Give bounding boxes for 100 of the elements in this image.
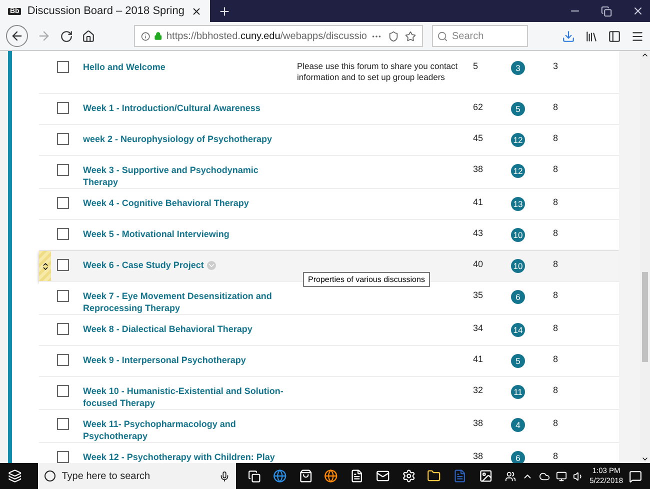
back-button[interactable] bbox=[6, 25, 28, 47]
forum-description: Please use this forum to share you contact information and to set up group leaders bbox=[297, 61, 459, 83]
row-checkbox[interactable] bbox=[57, 228, 69, 240]
post-count: 43 bbox=[473, 228, 484, 238]
folder-icon[interactable] bbox=[427, 469, 442, 483]
participant-count: 8 bbox=[553, 197, 560, 207]
row-checkbox[interactable] bbox=[57, 385, 69, 397]
browser-icon[interactable] bbox=[272, 469, 287, 483]
row-checkbox[interactable] bbox=[57, 418, 69, 430]
notification-icon[interactable] bbox=[629, 470, 642, 482]
post-count: 45 bbox=[473, 133, 484, 143]
row-checkbox[interactable] bbox=[57, 61, 69, 73]
forum-link[interactable]: Week 8 - Dialectical Behavioral Therapy bbox=[83, 323, 291, 335]
network-icon[interactable] bbox=[556, 470, 567, 482]
tooltip: Properties of various discussions bbox=[303, 272, 430, 287]
address-bar[interactable]: https://bbhosted.cuny.edu/webapps/discussio bbox=[134, 25, 423, 47]
row-checkbox[interactable] bbox=[57, 102, 69, 114]
menu-icon[interactable] bbox=[631, 30, 644, 42]
options-icon bbox=[206, 260, 216, 270]
scroll-down-icon[interactable] bbox=[641, 455, 649, 463]
forum-link[interactable]: Hello and Welcome bbox=[83, 61, 291, 73]
post-count: 32 bbox=[473, 385, 484, 395]
post-count: 5 bbox=[473, 61, 480, 71]
shield-icon[interactable] bbox=[388, 30, 399, 42]
forum-link[interactable]: Week 12 - Psychotherapy with Children: Play bbox=[83, 451, 291, 463]
post-count: 38 bbox=[473, 418, 484, 428]
row-checkbox[interactable] bbox=[57, 290, 69, 302]
participant-count: 8 bbox=[553, 323, 560, 333]
info-icon[interactable] bbox=[141, 30, 150, 42]
row-checkbox[interactable] bbox=[57, 259, 69, 271]
cloud-icon[interactable] bbox=[538, 470, 550, 482]
unread-count[interactable]: 11 bbox=[511, 385, 525, 399]
task-view-icon[interactable] bbox=[248, 470, 261, 482]
forum-link[interactable]: Week 11- Psychopharmacology and Psychotherapy bbox=[83, 418, 291, 442]
reload-icon[interactable] bbox=[60, 30, 73, 42]
scroll-up-icon[interactable] bbox=[641, 51, 649, 59]
cortana-circle-icon bbox=[44, 470, 56, 482]
row-checkbox[interactable] bbox=[57, 323, 69, 335]
volume-icon[interactable] bbox=[572, 470, 584, 482]
unread-count[interactable]: 6 bbox=[511, 451, 525, 463]
people-icon[interactable] bbox=[504, 470, 516, 482]
unread-count[interactable]: 6 bbox=[511, 290, 525, 304]
participant-count: 8 bbox=[553, 354, 560, 364]
settings-icon[interactable] bbox=[402, 469, 416, 483]
post-count: 35 bbox=[473, 290, 484, 300]
tab-title: Discussion Board – 2018 Spring bbox=[27, 5, 184, 17]
participant-count: 8 bbox=[553, 102, 560, 112]
photos-icon[interactable] bbox=[478, 469, 493, 483]
unread-count[interactable]: 13 bbox=[511, 197, 525, 211]
participant-count: 8 bbox=[553, 164, 560, 174]
forum-link[interactable]: Week 6 - Case Study Project bbox=[83, 259, 291, 271]
document-icon[interactable] bbox=[350, 469, 364, 483]
unread-count[interactable]: 14 bbox=[511, 323, 525, 337]
participant-count: 8 bbox=[553, 290, 560, 300]
microphone-icon[interactable] bbox=[219, 470, 230, 482]
unread-count[interactable]: 5 bbox=[511, 354, 525, 368]
star-icon[interactable] bbox=[405, 30, 416, 42]
forum-link[interactable]: Week 7 - Eye Movement Desensitization and Reprocessing Therapy bbox=[83, 290, 291, 314]
participant-count: 8 bbox=[553, 133, 560, 143]
row-checkbox[interactable] bbox=[57, 164, 69, 176]
row-checkbox[interactable] bbox=[57, 451, 69, 463]
forum-link[interactable]: Week 9 - Interpersonal Psychotherapy bbox=[83, 354, 291, 366]
forum-link[interactable]: Week 4 - Cognitive Behavioral Therapy bbox=[83, 197, 291, 209]
participant-count: 8 bbox=[553, 385, 560, 395]
unread-count[interactable]: 4 bbox=[511, 418, 525, 432]
participant-count: 8 bbox=[553, 418, 560, 428]
search-field[interactable]: Search bbox=[432, 25, 528, 47]
row-checkbox[interactable] bbox=[57, 133, 69, 145]
close-icon[interactable] bbox=[190, 6, 202, 16]
close-icon[interactable] bbox=[632, 5, 644, 17]
drag-handle[interactable] bbox=[39, 251, 51, 281]
new-tab-icon[interactable] bbox=[218, 4, 230, 18]
lock-icon bbox=[154, 31, 162, 41]
scrollbar[interactable] bbox=[640, 51, 650, 463]
forum-link[interactable]: Week 1 - Introduction/Cultural Awareness bbox=[83, 102, 291, 114]
post-count: 34 bbox=[473, 323, 484, 333]
forum-link[interactable]: Week 10 - Humanistic-Existential and Solution-focused Therapy bbox=[83, 385, 291, 409]
restore-icon[interactable] bbox=[601, 6, 612, 16]
row-checkbox[interactable] bbox=[57, 354, 69, 366]
unread-count[interactable]: 10 bbox=[511, 259, 525, 273]
unread-count[interactable]: 5 bbox=[511, 102, 525, 116]
post-count: 38 bbox=[473, 164, 484, 174]
store-icon[interactable] bbox=[298, 469, 312, 483]
unread-count[interactable]: 12 bbox=[511, 133, 525, 147]
participant-count: 8 bbox=[553, 451, 560, 461]
participant-count: 3 bbox=[553, 61, 560, 71]
forum-link[interactable]: Week 5 - Motivational Interviewing bbox=[83, 228, 291, 240]
mail-icon[interactable] bbox=[376, 469, 390, 483]
download-icon[interactable] bbox=[562, 30, 575, 42]
home-icon[interactable] bbox=[82, 30, 95, 42]
participant-count: 8 bbox=[553, 259, 560, 269]
forum-link[interactable]: week 2 - Neurophysiology of Psychotherapy bbox=[83, 133, 291, 145]
taskbar-search-field[interactable]: Type here to search bbox=[38, 463, 236, 489]
row-checkbox[interactable] bbox=[57, 197, 69, 209]
library-icon[interactable] bbox=[585, 30, 598, 42]
sidebar-icon[interactable] bbox=[608, 30, 621, 42]
forum-link[interactable]: Week 3 - Supportive and Psychodynamic Therapy bbox=[83, 164, 291, 188]
unread-count[interactable]: 3 bbox=[511, 61, 525, 75]
unread-count[interactable]: 10 bbox=[511, 228, 525, 242]
unread-count[interactable]: 12 bbox=[511, 164, 525, 178]
